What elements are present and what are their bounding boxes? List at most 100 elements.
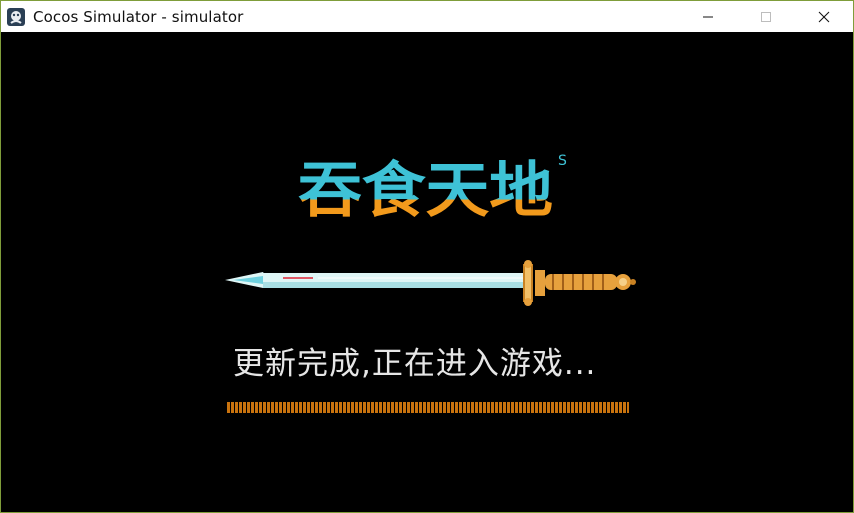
progress-segment (423, 402, 426, 413)
progress-segment (439, 402, 442, 413)
progress-segment (587, 402, 590, 413)
minimize-icon (703, 16, 713, 17)
progress-segment (375, 402, 378, 413)
progress-segment (563, 402, 566, 413)
progress-segment (355, 402, 358, 413)
progress-segment (503, 402, 506, 413)
progress-segment (527, 402, 530, 413)
progress-segment (603, 402, 606, 413)
game-canvas[interactable]: 吞食天地 S 更新完成,正在进入游戏... (1, 32, 853, 512)
progress-segment (591, 402, 594, 413)
progress-segment (463, 402, 466, 413)
progress-segment (467, 402, 470, 413)
progress-segment (279, 402, 282, 413)
progress-segment (515, 402, 518, 413)
progress-segment (283, 402, 286, 413)
progress-segment (435, 402, 438, 413)
progress-segment (247, 402, 250, 413)
progress-segment (291, 402, 294, 413)
loading-progress-bar (227, 401, 629, 414)
progress-segment (387, 402, 390, 413)
progress-segment (295, 402, 298, 413)
progress-segment (567, 402, 570, 413)
progress-fill (227, 402, 629, 413)
progress-segment (351, 402, 354, 413)
cocos-app-icon (7, 7, 25, 26)
progress-segment (251, 402, 254, 413)
progress-segment (487, 402, 490, 413)
progress-segment (479, 402, 482, 413)
progress-segment (227, 402, 230, 413)
progress-segment (559, 402, 562, 413)
progress-segment (627, 402, 629, 413)
progress-segment (323, 402, 326, 413)
progress-segment (231, 402, 234, 413)
progress-segment (271, 402, 274, 413)
progress-segment (611, 402, 614, 413)
progress-segment (607, 402, 610, 413)
progress-segment (535, 402, 538, 413)
progress-segment (475, 402, 478, 413)
progress-segment (303, 402, 306, 413)
progress-segment (255, 402, 258, 413)
progress-segment (243, 402, 246, 413)
progress-segment (379, 402, 382, 413)
progress-segment (555, 402, 558, 413)
progress-segment (619, 402, 622, 413)
maximize-icon (761, 11, 771, 22)
progress-segment (543, 402, 546, 413)
progress-segment (415, 402, 418, 413)
progress-segment (359, 402, 362, 413)
progress-segment (507, 402, 510, 413)
progress-segment (275, 402, 278, 413)
progress-segment (383, 402, 386, 413)
progress-segment (523, 402, 526, 413)
progress-segment (495, 402, 498, 413)
progress-segment (331, 402, 334, 413)
progress-segment (411, 402, 414, 413)
progress-segment (335, 402, 338, 413)
progress-segment (455, 402, 458, 413)
progress-segment (403, 402, 406, 413)
window-controls (679, 1, 853, 32)
progress-segment (499, 402, 502, 413)
progress-segment (471, 402, 474, 413)
progress-segment (539, 402, 542, 413)
progress-segment (431, 402, 434, 413)
logo-mark: S (558, 153, 567, 169)
progress-segment (623, 402, 626, 413)
progress-segment (263, 402, 266, 413)
progress-segment (315, 402, 318, 413)
progress-segment (447, 402, 450, 413)
progress-segment (583, 402, 586, 413)
close-button[interactable] (795, 1, 853, 32)
sword-graphic (225, 260, 636, 306)
progress-segment (319, 402, 322, 413)
progress-segment (235, 402, 238, 413)
maximize-button[interactable] (737, 1, 795, 32)
progress-segment (259, 402, 262, 413)
progress-segment (363, 402, 366, 413)
close-icon (818, 11, 830, 22)
progress-segment (599, 402, 602, 413)
progress-segment (571, 402, 574, 413)
progress-segment (615, 402, 618, 413)
progress-segment (343, 402, 346, 413)
progress-segment (367, 402, 370, 413)
progress-segment (339, 402, 342, 413)
progress-segment (483, 402, 486, 413)
logo-title: 吞食天地 (298, 156, 553, 222)
title-bar[interactable]: Cocos Simulator - simulator (1, 1, 853, 32)
progress-segment (579, 402, 582, 413)
progress-segment (267, 402, 270, 413)
progress-segment (451, 402, 454, 413)
progress-segment (575, 402, 578, 413)
progress-segment (595, 402, 598, 413)
progress-segment (551, 402, 554, 413)
minimize-button[interactable] (679, 1, 737, 32)
progress-segment (391, 402, 394, 413)
status-text: 更新完成,正在进入游戏... (233, 346, 597, 382)
progress-segment (491, 402, 494, 413)
progress-segment (311, 402, 314, 413)
progress-segment (547, 402, 550, 413)
